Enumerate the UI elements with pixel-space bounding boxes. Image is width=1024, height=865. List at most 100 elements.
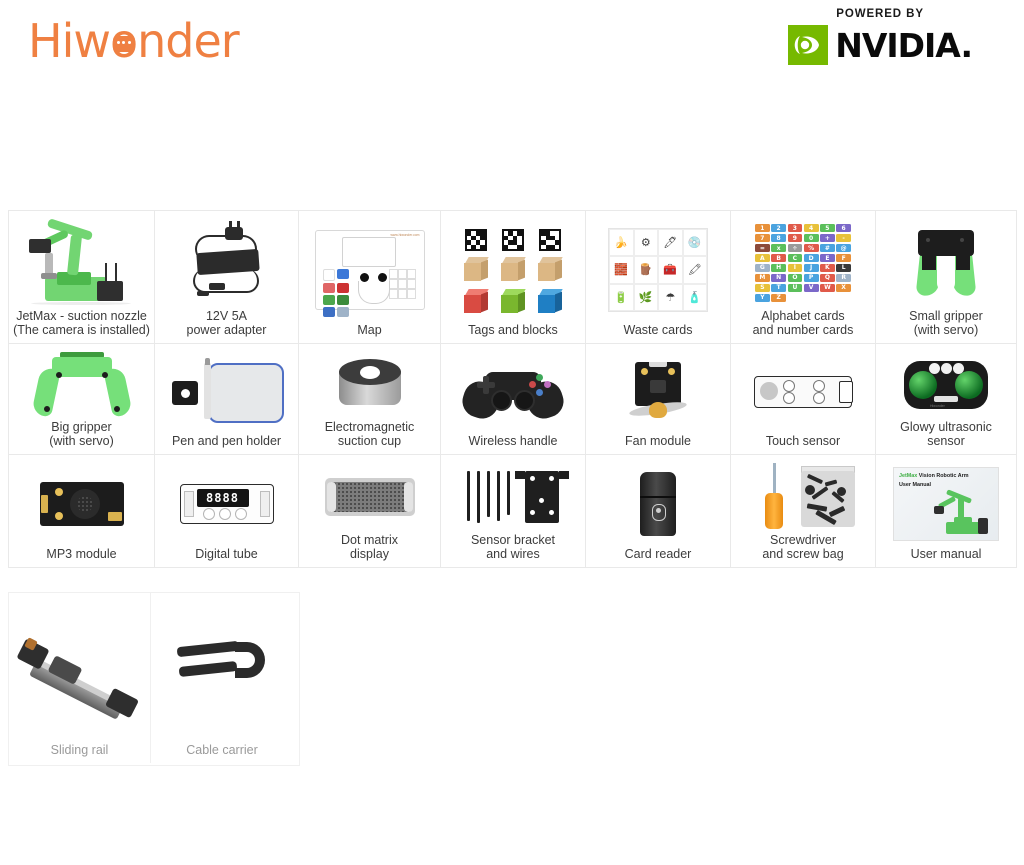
alphabet-tile: 2 bbox=[771, 224, 786, 233]
nvidia-badge: POWERED BY NVIDIA. bbox=[788, 8, 973, 65]
part-label: Cable carrier bbox=[186, 743, 258, 757]
part-cell-user-manual: JetMax Vision Robotic Arm User Manual Us… bbox=[876, 455, 1017, 568]
alphabet-tile: W bbox=[820, 283, 835, 293]
alphabet-tile: M bbox=[755, 273, 770, 283]
part-label: Tags and blocks bbox=[468, 323, 558, 337]
part-cell-electromagnet: Electromagnetic suction cup bbox=[299, 344, 441, 455]
alphabet-tile: J bbox=[803, 263, 819, 273]
alphabet-tile: Y bbox=[755, 293, 770, 302]
green-block-icon bbox=[500, 289, 526, 313]
alphabet-tile: + bbox=[820, 233, 835, 243]
pen-holder-image bbox=[159, 352, 294, 432]
alphabet-tile: Q bbox=[820, 273, 835, 283]
waste-cards-image: 🍌 ⚙ 🖊 💿 🧱 🪵 🧰 🖍 🔋 🌿 ☂ 🧴 bbox=[590, 219, 726, 321]
alphabet-tile: % bbox=[803, 243, 819, 253]
extra-parts-grid: Sliding rail Cable carrier bbox=[8, 592, 300, 766]
part-label: Fan module bbox=[624, 434, 691, 448]
alphabet-tile: 8 bbox=[771, 233, 786, 243]
wooden-block-icon bbox=[463, 257, 489, 281]
blue-block-icon bbox=[538, 289, 564, 313]
part-label: Waste cards bbox=[623, 323, 693, 337]
part-cell-sliding-rail: Sliding rail bbox=[9, 593, 151, 763]
alphabet-tile: = bbox=[755, 243, 770, 253]
alphabet-tile: 7 bbox=[755, 233, 770, 243]
touch-sensor-image bbox=[735, 352, 871, 432]
alphabet-cards-image: 1 2 3 4 5 6 7 8 9 0 + - = x ÷% # @ A B C D E F G H I J K L M N O P Q R S T U V… bbox=[735, 219, 871, 307]
apriltag-icon bbox=[501, 229, 524, 251]
part-label: User manual bbox=[910, 547, 982, 561]
sensor-bracket-image bbox=[445, 463, 581, 531]
hiwonder-logo: Hiwonder bbox=[28, 14, 240, 68]
part-label: Small gripper (with servo) bbox=[909, 309, 983, 337]
card-reader-image bbox=[590, 463, 726, 545]
alphabet-tile: E bbox=[820, 253, 835, 263]
wooden-block-icon bbox=[538, 257, 564, 281]
digital-tube-value: 8888 bbox=[206, 491, 239, 505]
alphabet-tile: 9 bbox=[787, 233, 803, 243]
alphabet-tile: - bbox=[836, 233, 851, 243]
part-label: Screwdriver and screw bag bbox=[762, 533, 844, 561]
part-label: Electromagnetic suction cup bbox=[324, 420, 415, 448]
user-manual-image: JetMax Vision Robotic Arm User Manual bbox=[880, 463, 1012, 545]
red-block-icon bbox=[463, 289, 489, 313]
part-cell-fan-module: Fan module bbox=[586, 344, 731, 455]
part-cell-card-reader: Card reader bbox=[586, 455, 731, 568]
part-cell-cable-carrier: Cable carrier bbox=[151, 593, 293, 763]
alphabet-tile: U bbox=[787, 283, 803, 293]
ultrasonic-sensor-image: Hiwonder bbox=[880, 352, 1012, 418]
alphabet-tile: 5 bbox=[820, 224, 835, 233]
electromagnet-image bbox=[303, 352, 436, 418]
sliding-rail-image bbox=[13, 601, 146, 741]
screwdriver-bag-image bbox=[735, 463, 871, 531]
alphabet-tile: L bbox=[836, 263, 851, 273]
parts-grid: JetMax - suction nozzle (The camera is i… bbox=[8, 210, 1017, 568]
part-cell-mp3-module: MP3 module bbox=[9, 455, 155, 568]
part-label: Touch sensor bbox=[765, 434, 841, 448]
part-label: Card reader bbox=[624, 547, 692, 561]
part-label: Wireless handle bbox=[468, 434, 558, 448]
nvidia-eye-icon bbox=[788, 25, 829, 65]
part-label: Glowy ultrasonic sensor bbox=[900, 420, 992, 448]
part-cell-alphabet-cards: 1 2 3 4 5 6 7 8 9 0 + - = x ÷% # @ A B C D E F G H I J K L M N O P Q R S T U V… bbox=[731, 211, 876, 344]
part-label: 12V 5A power adapter bbox=[186, 309, 267, 337]
alphabet-tile: 3 bbox=[787, 224, 803, 233]
part-cell-wireless-handle: Wireless handle bbox=[441, 344, 586, 455]
robot-arm-image bbox=[13, 218, 150, 307]
alphabet-tile: @ bbox=[836, 243, 851, 253]
manual-title: Vision Robotic Arm bbox=[917, 473, 969, 479]
part-label: Dot matrix display bbox=[341, 533, 398, 561]
alphabet-tile: S bbox=[755, 283, 770, 293]
alphabet-tile: G bbox=[755, 263, 770, 273]
part-cell-small-gripper: Small gripper (with servo) bbox=[876, 211, 1017, 344]
hiwonder-wordmark: Hiwonder bbox=[28, 14, 240, 68]
alphabet-tiles: 1 2 3 4 5 6 7 8 9 0 + - = x ÷% # @ A B C D E F G H I J K L M N O P Q R S T U V… bbox=[755, 224, 851, 302]
alphabet-tile: I bbox=[787, 263, 803, 273]
alphabet-tile: T bbox=[771, 283, 786, 293]
part-label: Big gripper (with servo) bbox=[49, 420, 114, 448]
alphabet-tile: 0 bbox=[803, 233, 819, 243]
alphabet-tile: 4 bbox=[803, 224, 819, 233]
alphabet-tile: x bbox=[771, 243, 786, 253]
part-cell-robot-arm: JetMax - suction nozzle (The camera is i… bbox=[9, 211, 155, 344]
tags-blocks-image bbox=[445, 219, 581, 321]
digital-tube-image: 8888 bbox=[159, 463, 294, 545]
alphabet-tile: # bbox=[820, 243, 835, 253]
alphabet-tile: N bbox=[771, 273, 786, 283]
alphabet-tile: ÷ bbox=[787, 243, 803, 253]
alphabet-tile: V bbox=[803, 283, 819, 293]
manual-brand: JetMax bbox=[899, 473, 918, 479]
part-cell-map: www.hiwonder.com Map bbox=[299, 211, 441, 344]
part-label: JetMax - suction nozzle (The camera is i… bbox=[13, 309, 150, 337]
part-cell-tags-blocks: Tags and blocks bbox=[441, 211, 586, 344]
map-image: www.hiwonder.com bbox=[303, 219, 436, 321]
part-cell-screwdriver-bag: Screwdriver and screw bag bbox=[731, 455, 876, 568]
power-adapter-image bbox=[159, 219, 294, 307]
part-cell-touch-sensor: Touch sensor bbox=[731, 344, 876, 455]
alphabet-tile: K bbox=[820, 263, 835, 273]
powered-by-label: POWERED BY bbox=[836, 8, 924, 20]
alphabet-tile: H bbox=[771, 263, 786, 273]
part-label: Sliding rail bbox=[50, 743, 109, 757]
alphabet-tile: D bbox=[803, 253, 819, 263]
map-palette bbox=[322, 269, 349, 317]
small-gripper-image bbox=[880, 219, 1012, 307]
